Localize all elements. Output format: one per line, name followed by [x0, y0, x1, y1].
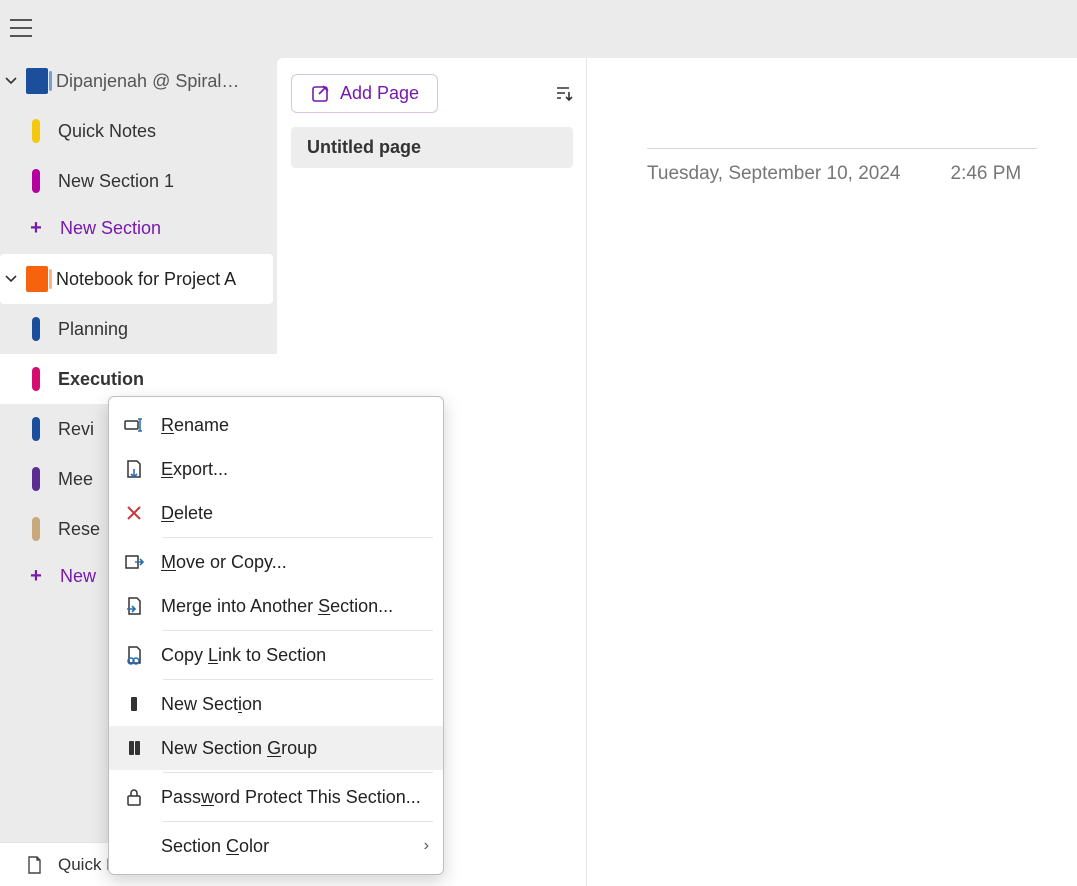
- section-color-tab: [32, 119, 40, 143]
- section-color-tab: [32, 517, 40, 541]
- menu-icon[interactable]: [10, 19, 32, 37]
- title-bar: [0, 0, 1077, 56]
- section-context-menu: Rename Export... Delete Move or Copy... Merg…: [108, 396, 444, 875]
- context-menu-label: New Section: [161, 694, 262, 715]
- section-label: Planning: [58, 319, 128, 340]
- page-title: Untitled page: [307, 137, 421, 157]
- note-canvas[interactable]: Tuesday, September 10, 2024 2:46 PM: [587, 58, 1077, 886]
- chevron-down-icon: [4, 74, 18, 88]
- context-menu-item[interactable]: New Section: [109, 682, 443, 726]
- notebook-icon: [26, 266, 48, 292]
- new-section-label: New: [60, 566, 96, 587]
- menu-separator: [163, 772, 433, 773]
- panel-divider[interactable]: [577, 58, 587, 886]
- section-label: New Section 1: [58, 171, 174, 192]
- context-menu-label: Section Color: [161, 836, 269, 857]
- section-icon: [123, 693, 145, 715]
- page-item[interactable]: Untitled page: [291, 127, 573, 168]
- sidebar-section[interactable]: Quick Notes: [0, 106, 277, 156]
- plus-icon: +: [30, 217, 42, 240]
- new-section-label: New Section: [60, 218, 161, 239]
- section-color-tab: [32, 317, 40, 341]
- menu-separator: [163, 537, 433, 538]
- chevron-down-icon: [4, 272, 18, 286]
- pages-header: Add Page: [291, 74, 573, 113]
- section-color-tab: [32, 417, 40, 441]
- section-label: Quick Notes: [58, 121, 156, 142]
- page-time: 2:46 PM: [951, 163, 1022, 185]
- context-menu-item[interactable]: Copy Link to Section: [109, 633, 443, 677]
- context-menu-label: Merge into Another Section...: [161, 596, 393, 617]
- section-color-tab: [32, 467, 40, 491]
- notebook-header[interactable]: Dipanjenah @ Spiral…: [0, 56, 277, 106]
- notebook-header[interactable]: Notebook for Project A: [0, 254, 273, 304]
- page-meta: Tuesday, September 10, 2024 2:46 PM: [647, 148, 1037, 185]
- section-label: Revi: [58, 419, 94, 440]
- notebook-icon: [26, 68, 48, 94]
- group-icon: [123, 737, 145, 759]
- context-menu-label: Delete: [161, 503, 213, 524]
- blank-icon: [123, 835, 145, 857]
- rename-icon: [123, 414, 145, 436]
- add-page-icon: [310, 84, 330, 104]
- page-icon: [24, 855, 44, 875]
- chevron-right-icon: ›: [424, 837, 429, 855]
- context-menu-item[interactable]: Move or Copy...: [109, 540, 443, 584]
- menu-separator: [163, 630, 433, 631]
- page-date: Tuesday, September 10, 2024: [647, 163, 901, 185]
- add-page-label: Add Page: [340, 83, 419, 104]
- notebook-name: Notebook for Project A: [56, 269, 265, 290]
- new-section-button[interactable]: + New Section: [0, 206, 277, 250]
- context-menu-item[interactable]: Rename: [109, 403, 443, 447]
- sidebar-section[interactable]: New Section 1: [0, 156, 277, 206]
- context-menu-label: New Section Group: [161, 738, 317, 759]
- context-menu-item[interactable]: Section Color ›: [109, 824, 443, 868]
- add-page-button[interactable]: Add Page: [291, 74, 438, 113]
- plus-icon: +: [30, 565, 42, 588]
- section-label: Mee: [58, 469, 93, 490]
- context-menu-label: Rename: [161, 415, 229, 436]
- context-menu-item[interactable]: Password Protect This Section...: [109, 775, 443, 819]
- export-icon: [123, 458, 145, 480]
- menu-separator: [163, 679, 433, 680]
- context-menu-label: Copy Link to Section: [161, 645, 326, 666]
- section-color-tab: [32, 367, 40, 391]
- sidebar-section[interactable]: Planning: [0, 304, 277, 354]
- merge-icon: [123, 595, 145, 617]
- delete-icon: [123, 502, 145, 524]
- lock-icon: [123, 786, 145, 808]
- section-color-tab: [32, 169, 40, 193]
- section-label: Execution: [58, 369, 144, 390]
- context-menu-label: Move or Copy...: [161, 552, 287, 573]
- notebook-name: Dipanjenah @ Spiral…: [56, 71, 269, 92]
- link-icon: [123, 644, 145, 666]
- context-menu-item[interactable]: New Section Group: [109, 726, 443, 770]
- context-menu-item[interactable]: Merge into Another Section...: [109, 584, 443, 628]
- section-label: Rese: [58, 519, 100, 540]
- move-icon: [123, 551, 145, 573]
- context-menu-label: Password Protect This Section...: [161, 787, 421, 808]
- context-menu-item[interactable]: Delete: [109, 491, 443, 535]
- context-menu-label: Export...: [161, 459, 228, 480]
- sort-icon[interactable]: [553, 84, 573, 104]
- menu-separator: [163, 821, 433, 822]
- context-menu-item[interactable]: Export...: [109, 447, 443, 491]
